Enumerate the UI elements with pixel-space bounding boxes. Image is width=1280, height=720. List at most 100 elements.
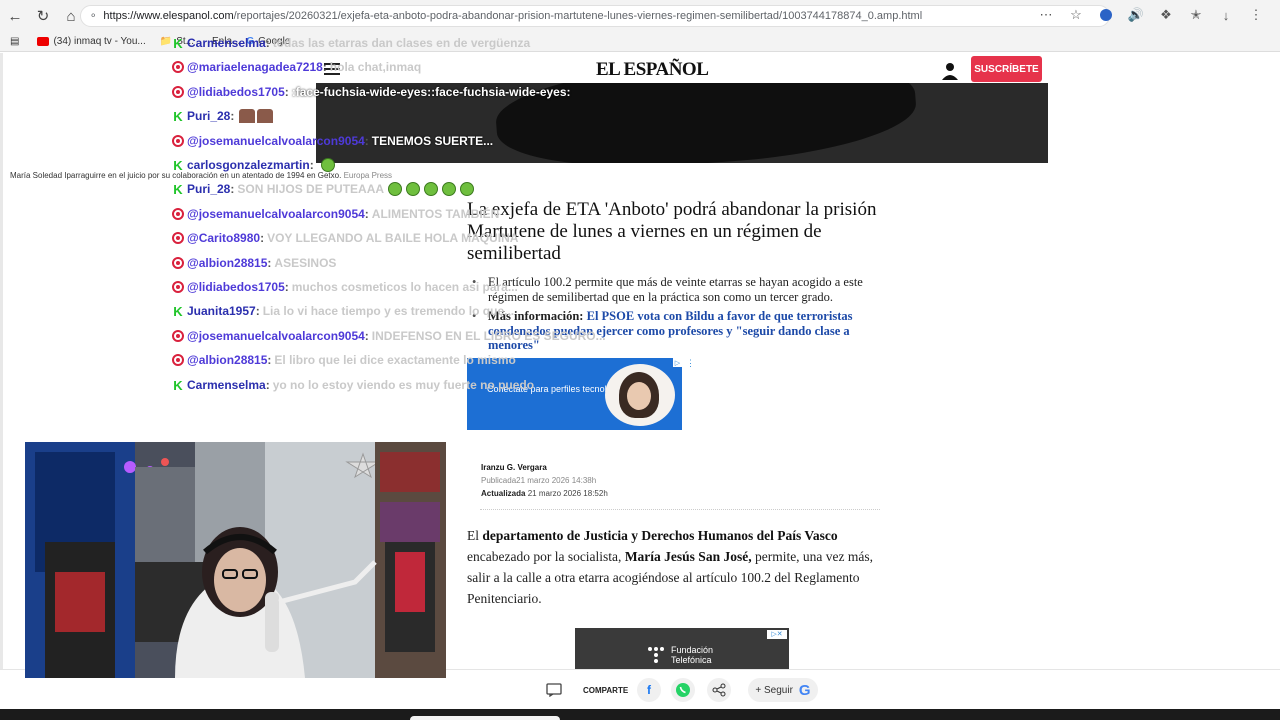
chat-message: K Carmenselma: yo no lo estoy viendo es mu… (172, 376, 534, 394)
chat-username: @josemanuelcalvoalarcon9054 (187, 207, 365, 221)
follow-label: + Seguir (755, 684, 793, 696)
ad-text-fundacion: Fundación Telefónica (671, 645, 714, 665)
chat-message: K Juanita1957: Lia lo vi hace tiempo y es … (172, 302, 514, 320)
ad-banner-fundacion[interactable]: Fundación Telefónica ▷✕ (575, 628, 789, 669)
byline-divider (480, 509, 880, 510)
kick-badge-icon: K (173, 108, 183, 124)
kick-badge-icon: K (173, 181, 183, 197)
apps-icon[interactable]: ▤ (10, 36, 19, 47)
chat-text: VOY LLEGANDO AL BAILE HOLA MAQUINA (267, 231, 519, 245)
author-name[interactable]: Iranzu G. Vergara (481, 461, 608, 474)
share-button[interactable] (707, 678, 731, 702)
reload-icon[interactable]: ↻ (30, 3, 56, 29)
chat-text: todas las etarras dan clases en de vergü… (272, 36, 531, 50)
chat-username: Carmenselma (187, 36, 266, 50)
chat-message: @josemanuelcalvoalarcon9054: ALIMENTOS TA… (172, 205, 499, 223)
chat-separator: : (230, 182, 235, 196)
chat-message: @albion28815: ASESINOS (172, 254, 336, 272)
chat-emote (406, 182, 421, 196)
chat-separator: : (364, 207, 369, 221)
chat-separator: : (364, 134, 369, 148)
extension-puzzle-icon[interactable]: ❖ (1156, 5, 1176, 25)
chat-message: @lidiabedos1705::face-fuchsia-wide-eyes:… (172, 83, 571, 101)
youtube-badge-icon (172, 354, 184, 366)
subscribe-button[interactable]: SUSCRÍBETE (971, 56, 1042, 82)
webcam-overlay (25, 442, 446, 678)
share-icon (712, 683, 726, 697)
chat-emote (320, 158, 335, 172)
site-info-icon[interactable]: ⚬ (89, 11, 97, 22)
page-edge (0, 53, 3, 669)
chat-text: INDEFENSO EN EL LIBRO ES SEGURO... (371, 329, 606, 343)
taskbar-search[interactable] (410, 716, 560, 720)
chat-emote (239, 109, 256, 123)
share-label: COMPARTE (583, 685, 629, 695)
chat-separator: : (284, 280, 289, 294)
chat-username: @Carito8980 (187, 231, 261, 245)
chat-username: Juanita1957 (187, 304, 256, 318)
chat-separator: : (364, 329, 369, 343)
chat-separator: : (230, 109, 235, 123)
os-taskbar (0, 709, 1280, 720)
chat-text: SON HIJOS DE PUTEAAA (237, 182, 385, 196)
chat-separator: : (255, 304, 260, 318)
chat-text: ALIMENTOS TAMBIÉN (371, 207, 500, 221)
kick-badge-icon: K (173, 35, 183, 51)
chat-separator: : (309, 158, 314, 172)
page-options-icon[interactable]: ⋯ (1036, 5, 1056, 25)
chat-message: @josemanuelcalvoalarcon9054: INDEFENSO EN… (172, 327, 606, 345)
user-account-icon[interactable] (940, 61, 960, 81)
published-date: Publicada21 marzo 2026 14:38h (481, 476, 597, 485)
google-icon: G (798, 681, 811, 699)
youtube-badge-icon (172, 61, 184, 73)
chat-username: Puri_28 (187, 182, 231, 196)
menu-icon[interactable]: ⋮ (1246, 5, 1266, 25)
ad-choices-icon[interactable]: ▷✕ (767, 630, 787, 639)
chat-text: hola chat,inmaq (329, 60, 422, 74)
chat-username: @josemanuelcalvoalarcon9054 (187, 329, 365, 343)
browser-toolbar: ← ↻ ⌂ ⚬ https://www.elespanol.com/report… (0, 0, 1280, 32)
chat-text: yo no lo estoy viendo es muy fuerte no p… (272, 378, 535, 392)
extension-blue-icon[interactable] (1096, 5, 1116, 25)
kick-badge-icon: K (173, 377, 183, 393)
download-icon[interactable]: ↓ (1216, 5, 1236, 25)
chat-message: Kcarlosgonzalezmartin: (172, 156, 335, 174)
address-bar[interactable]: ⚬ https://www.elespanol.com/reportajes/2… (80, 5, 1110, 27)
stream-chat-overlay: K Carmenselma: todas las etarras dan clase… (172, 34, 772, 404)
chat-text: ASESINOS (274, 256, 337, 270)
chat-emote (442, 182, 457, 196)
chat-text: Lia lo vi hace tiempo y es tremendo lo q… (262, 304, 515, 318)
url-text: https://www.elespanol.com/reportajes/202… (103, 10, 923, 22)
chat-username: @albion28815 (187, 256, 268, 270)
chat-username: @lidiabedos1705 (187, 85, 285, 99)
facebook-share-button[interactable]: f (637, 678, 661, 702)
bookmark-star-icon[interactable]: ☆ (1066, 5, 1086, 25)
chat-username: @josemanuelcalvoalarcon9054 (187, 134, 365, 148)
telefonica-logo-icon (648, 647, 664, 663)
whatsapp-share-button[interactable] (671, 678, 695, 702)
chat-username: Puri_28 (187, 109, 231, 123)
comment-icon[interactable] (544, 678, 564, 702)
chat-username: @lidiabedos1705 (187, 280, 285, 294)
follow-google-button[interactable]: + Seguir G (748, 678, 818, 702)
back-icon[interactable]: ← (2, 3, 28, 29)
chat-separator: : (322, 60, 327, 74)
updated-date: Actualizada 21 marzo 2026 18:52h (481, 489, 608, 498)
chat-separator: : (267, 256, 272, 270)
bookmark-youtube[interactable]: (34) inmaq tv - You... (37, 36, 146, 47)
chat-message: K Carmenselma: todas las etarras dan clase… (172, 34, 530, 52)
chat-separator: : (265, 36, 270, 50)
chat-message: @lidiabedos1705: muchos cosmeticos lo hac… (172, 278, 518, 296)
kick-badge-icon: K (173, 157, 183, 173)
chat-username: Carmenselma (187, 378, 266, 392)
chat-text: El libro que lei dice exactamente lo mis… (274, 353, 516, 367)
audio-icon[interactable]: 🔊 (1126, 5, 1146, 25)
article-paragraph: El departamento de Justicia y Derechos H… (467, 528, 874, 606)
chat-username: @albion28815 (187, 353, 268, 367)
chat-text: :face-fuchsia-wide-eyes::face-fuchsia-wi… (291, 85, 571, 99)
favorites-icon[interactable]: ✭ (1186, 5, 1206, 25)
chat-message: @albion28815: El libro que lei dice exact… (172, 351, 516, 369)
youtube-badge-icon (172, 208, 184, 220)
chat-message: @josemanuelcalvoalarcon9054: TENEMOS SUER… (172, 132, 493, 150)
chat-separator: : (267, 353, 272, 367)
